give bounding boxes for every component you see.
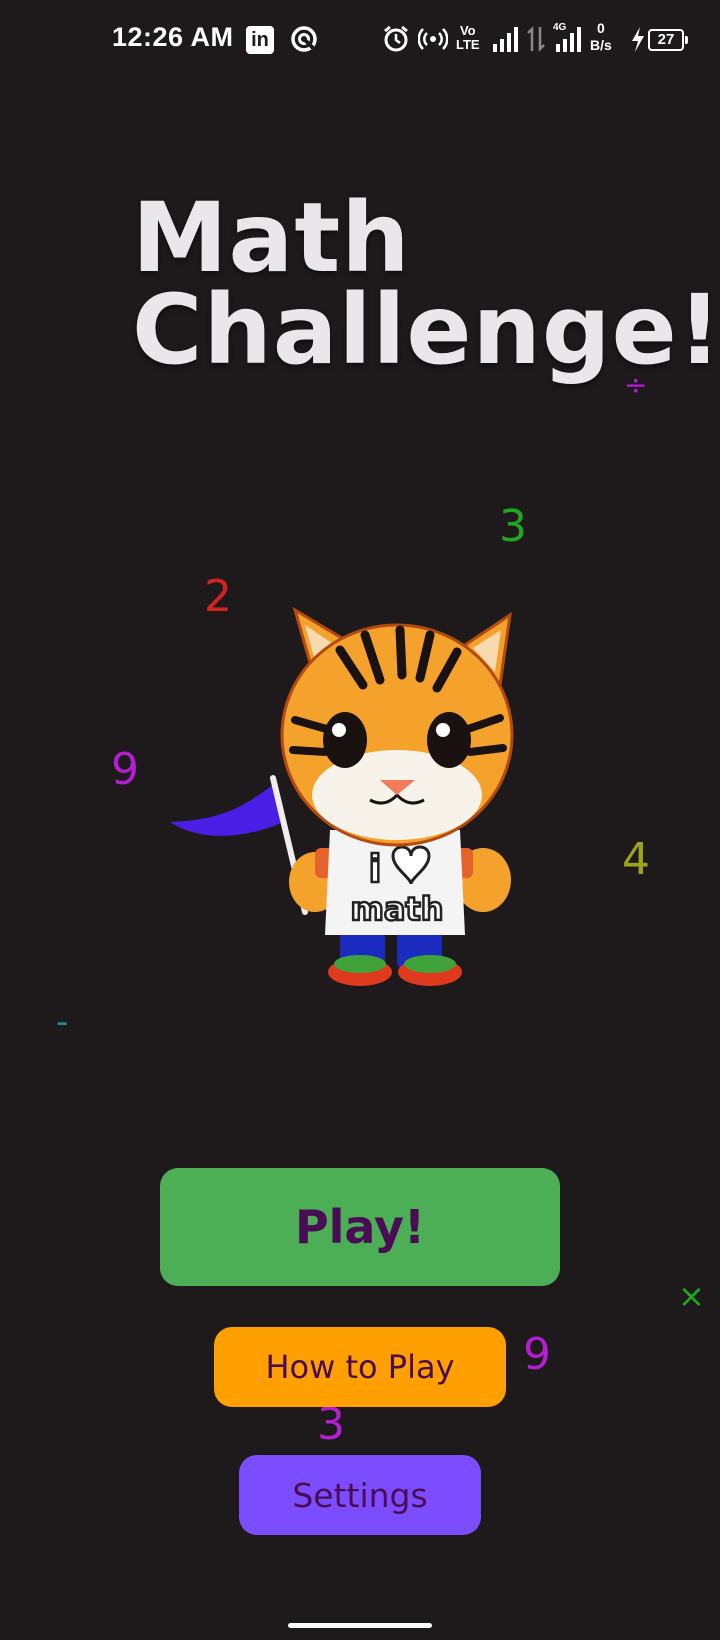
home-indicator[interactable] bbox=[288, 1623, 432, 1628]
linkedin-icon: in bbox=[246, 26, 274, 54]
signal-icon bbox=[493, 27, 518, 52]
title-line-2: Challenge! bbox=[132, 274, 720, 386]
sync-icon bbox=[291, 26, 317, 52]
shirt-text-i: i bbox=[368, 847, 381, 891]
app-title: Math Challenge! bbox=[132, 182, 720, 386]
title-line-1: Math bbox=[132, 182, 411, 294]
network-speed: 0 B/s bbox=[590, 20, 612, 53]
floating-number-9: 9 bbox=[523, 1329, 551, 1380]
battery-icon: 27 bbox=[648, 29, 688, 51]
floating-times-symbol: × bbox=[678, 1277, 705, 1315]
flag-icon bbox=[170, 785, 283, 836]
floating-divide-symbol: ÷ bbox=[624, 368, 648, 401]
floating-number-9: 9 bbox=[111, 744, 139, 795]
signal-icon bbox=[556, 27, 581, 52]
play-button[interactable]: Play! bbox=[160, 1168, 560, 1286]
charging-icon bbox=[632, 27, 644, 52]
how-to-play-button[interactable]: How to Play bbox=[214, 1327, 506, 1407]
transfer-icon bbox=[527, 25, 545, 53]
status-time: 12:26 AM bbox=[112, 22, 234, 52]
volte-icon: Vo LTE bbox=[456, 23, 480, 52]
battery-level: 27 bbox=[657, 31, 675, 48]
floating-minus-symbol: - bbox=[56, 1002, 69, 1042]
floating-number-3: 3 bbox=[317, 1399, 345, 1450]
floating-number-3: 3 bbox=[499, 501, 527, 552]
settings-button[interactable]: Settings bbox=[239, 1455, 481, 1535]
hotspot-icon bbox=[418, 28, 448, 50]
status-bar: 12:26 AM in Vo LTE 4G 0 B/s 27 bbox=[0, 0, 720, 84]
floating-number-4: 4 bbox=[622, 834, 650, 885]
alarm-icon bbox=[384, 25, 408, 52]
shirt-text-math: math bbox=[350, 890, 443, 928]
tiger-mascot-image: i math bbox=[170, 606, 514, 986]
